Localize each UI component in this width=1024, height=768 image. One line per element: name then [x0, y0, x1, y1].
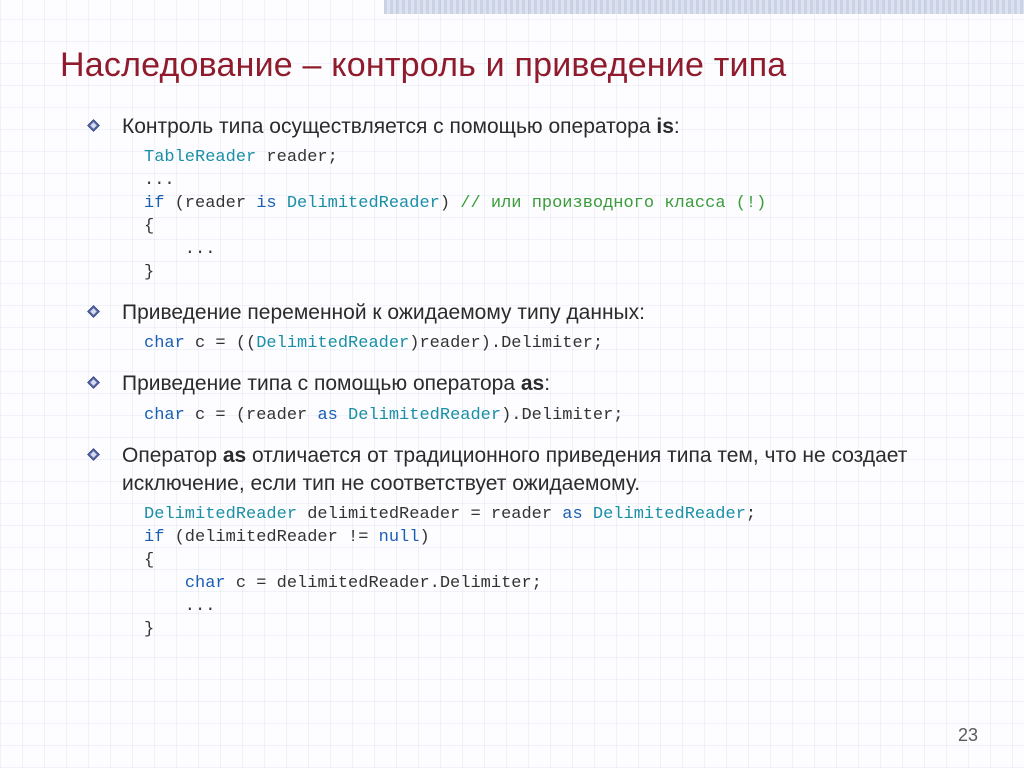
- tok-type: DelimitedReader: [256, 334, 409, 353]
- slide-content: Контроль типа осуществляется с помощью о…: [60, 113, 976, 642]
- tok: ;: [746, 505, 756, 524]
- tok: reader;: [256, 148, 338, 167]
- code-block-3: char c = (reader as DelimitedReader).Del…: [82, 405, 976, 428]
- tok-kw: char: [144, 406, 185, 425]
- code-block-2: char c = ((DelimitedReader)reader).Delim…: [82, 333, 976, 356]
- tok-kw: if: [144, 194, 164, 213]
- bullet-text: Приведение типа с помощью оператора as:: [104, 370, 550, 398]
- text: Оператор: [122, 444, 223, 467]
- bullet-text: Контроль типа осуществляется с помощью о…: [104, 113, 680, 141]
- tok: [338, 406, 348, 425]
- tok: }: [144, 620, 154, 639]
- bullet-item: Приведение переменной к ожидаемому типу …: [82, 299, 976, 327]
- text: Контроль типа осуществляется с помощью о…: [122, 115, 656, 138]
- diamond-bullet-icon: [82, 113, 104, 132]
- tok-type: TableReader: [144, 148, 256, 167]
- tok-kw: char: [185, 574, 226, 593]
- tok: c = delimitedReader.Delimiter;: [226, 574, 542, 593]
- tok-kw: as: [562, 505, 582, 524]
- tok-type: DelimitedReader: [144, 505, 297, 524]
- tok: ): [419, 528, 429, 547]
- tok: ): [440, 194, 460, 213]
- slide-title: Наследование – контроль и приведение тип…: [60, 46, 976, 85]
- operator-is: is: [656, 115, 674, 138]
- bullet-text: Приведение переменной к ожидаемому типу …: [104, 299, 645, 327]
- tok-type: DelimitedReader: [287, 194, 440, 213]
- tok: ...: [144, 171, 175, 190]
- bullet-item: Контроль типа осуществляется с помощью о…: [82, 113, 976, 141]
- tok-comment: // или производного класса (!): [460, 194, 766, 213]
- tok-kw: is: [256, 194, 276, 213]
- tok-kw: if: [144, 528, 164, 547]
- tok: [583, 505, 593, 524]
- code-block-4: DelimitedReader delimitedReader = reader…: [82, 504, 976, 642]
- tok: c = ((: [185, 334, 256, 353]
- diamond-bullet-icon: [82, 299, 104, 318]
- tok-type: DelimitedReader: [593, 505, 746, 524]
- tok: c = (reader: [185, 406, 318, 425]
- slide: Наследование – контроль и приведение тип…: [0, 0, 1024, 768]
- tok: (delimitedReader !=: [164, 528, 378, 547]
- text: Приведение типа с помощью оператора: [122, 372, 521, 395]
- tok-kw: null: [379, 528, 420, 547]
- tok-kw: char: [144, 334, 185, 353]
- tok: ...: [144, 597, 215, 616]
- tok: }: [144, 263, 154, 282]
- tok: {: [144, 551, 154, 570]
- page-number: 23: [958, 725, 978, 746]
- tok: ...: [144, 240, 215, 259]
- tok: delimitedReader = reader: [297, 505, 562, 524]
- tok-type: DelimitedReader: [348, 406, 501, 425]
- tok: [277, 194, 287, 213]
- bullet-text: Оператор as отличается от традиционного …: [104, 442, 976, 499]
- bullet-item: Оператор as отличается от традиционного …: [82, 442, 976, 499]
- text: :: [544, 372, 550, 395]
- operator-as: as: [521, 372, 544, 395]
- tok: {: [144, 217, 154, 236]
- tok: (reader: [164, 194, 256, 213]
- tok-kw: as: [317, 406, 337, 425]
- operator-as: as: [223, 444, 246, 467]
- tok: )reader).Delimiter;: [409, 334, 603, 353]
- diamond-bullet-icon: [82, 442, 104, 461]
- diamond-bullet-icon: [82, 370, 104, 389]
- tok: ).Delimiter;: [501, 406, 623, 425]
- text: :: [674, 115, 680, 138]
- bullet-item: Приведение типа с помощью оператора as:: [82, 370, 976, 398]
- code-block-1: TableReader reader; ... if (reader is De…: [82, 147, 976, 285]
